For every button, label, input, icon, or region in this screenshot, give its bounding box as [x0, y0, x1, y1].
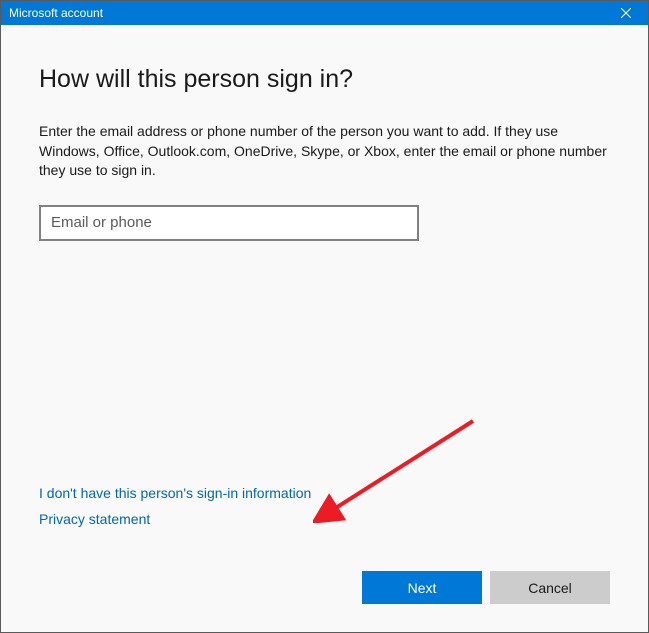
email-or-phone-input[interactable] [39, 205, 419, 241]
close-icon [621, 8, 631, 18]
links-section: I don't have this person's sign-in infor… [39, 485, 610, 537]
description-text: Enter the email address or phone number … [39, 122, 610, 181]
privacy-statement-link[interactable]: Privacy statement [39, 511, 150, 527]
dialog-content: How will this person sign in? Enter the … [1, 25, 648, 571]
close-button[interactable] [603, 1, 648, 25]
dialog-footer: Next Cancel [1, 571, 648, 632]
page-heading: How will this person sign in? [39, 65, 610, 94]
no-signin-info-link[interactable]: I don't have this person's sign-in infor… [39, 485, 311, 501]
window-title: Microsoft account [9, 6, 103, 20]
titlebar: Microsoft account [1, 1, 648, 25]
next-button[interactable]: Next [362, 571, 482, 604]
microsoft-account-dialog: Microsoft account How will this person s… [0, 0, 649, 633]
cancel-button[interactable]: Cancel [490, 571, 610, 604]
